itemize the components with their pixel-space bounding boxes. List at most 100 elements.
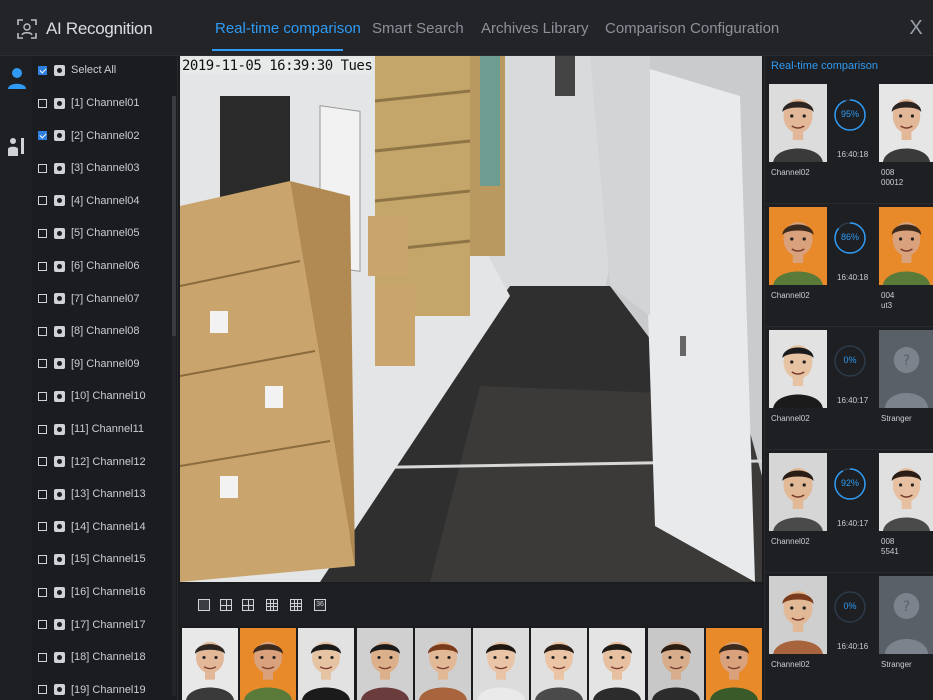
camera-icon xyxy=(54,488,65,500)
select-all-row[interactable]: Select All xyxy=(38,60,168,80)
channel-checkbox[interactable] xyxy=(38,228,47,238)
camera-icon xyxy=(54,162,65,174)
channel-list-scroll-thumb[interactable] xyxy=(172,96,176,336)
top-bar: AI Recognition Real-time comparison Smar… xyxy=(0,0,933,56)
channel-checkbox[interactable] xyxy=(38,489,47,499)
channel-checkbox[interactable] xyxy=(38,98,47,108)
channel-checkbox[interactable] xyxy=(38,652,47,662)
channel-row[interactable]: [16] Channel16 xyxy=(38,582,168,602)
channel-checkbox[interactable] xyxy=(38,326,47,336)
match-identity: 008 5541 xyxy=(881,537,899,556)
channel-checkbox[interactable] xyxy=(38,131,47,141)
layout-4-icon[interactable] xyxy=(220,599,232,611)
layout-36-button[interactable]: 36 xyxy=(314,599,326,611)
channel-row[interactable]: [14] Channel14 xyxy=(38,517,168,537)
camera-icon xyxy=(54,586,65,598)
face-snapshot[interactable] xyxy=(356,628,413,700)
channel-label: [17] Channel17 xyxy=(71,618,146,631)
captured-face-image xyxy=(769,207,827,285)
channel-row[interactable]: [18] Channel18 xyxy=(38,647,168,667)
face-snapshot[interactable] xyxy=(414,628,471,700)
channel-label: [9] Channel09 xyxy=(71,357,140,370)
channel-checkbox[interactable] xyxy=(38,294,47,304)
live-video-view[interactable]: 2019-11-05 16:39:30 Tues xyxy=(180,56,762,582)
channel-checkbox[interactable] xyxy=(38,424,47,434)
channel-checkbox[interactable] xyxy=(38,685,47,695)
layout-9-icon[interactable] xyxy=(266,599,278,611)
channel-row[interactable]: [4] Channel04 xyxy=(38,191,168,211)
channel-row[interactable]: [7] Channel07 xyxy=(38,289,168,309)
channel-checkbox[interactable] xyxy=(38,522,47,532)
comparison-card[interactable]: 95% 16:40:18 Channel02 008 00012 xyxy=(769,84,933,202)
camera-icon xyxy=(54,619,65,631)
similarity-percent: 0% xyxy=(843,355,857,365)
face-snapshot[interactable] xyxy=(531,628,588,700)
capture-time: 16:40:17 xyxy=(837,519,869,528)
channel-checkbox[interactable] xyxy=(38,359,47,369)
channel-row[interactable]: [12] Channel12 xyxy=(38,452,168,472)
face-snapshot[interactable] xyxy=(705,628,762,700)
channel-row[interactable]: [10] Channel10 xyxy=(38,386,168,406)
similarity-percent: 92% xyxy=(840,478,859,488)
channel-row[interactable]: [17] Channel17 xyxy=(38,615,168,635)
layout-1-icon[interactable] xyxy=(198,599,210,611)
select-all-checkbox[interactable] xyxy=(38,65,47,75)
card-channel-label: Channel02 xyxy=(771,660,810,669)
comparison-panel: Real-time comparison 95% 16:40:18 Channel0… xyxy=(764,56,933,700)
tab-real-time-comparison[interactable]: Real-time comparison xyxy=(215,20,361,37)
channel-row[interactable]: [3] Channel03 xyxy=(38,158,168,178)
channel-row[interactable]: [8] Channel08 xyxy=(38,321,168,341)
layout-toolbar: 36 xyxy=(180,584,762,626)
channel-checkbox[interactable] xyxy=(38,587,47,597)
tab-comparison-configuration[interactable]: Comparison Configuration xyxy=(605,20,779,37)
card-divider xyxy=(765,449,933,450)
channel-checkbox[interactable] xyxy=(38,163,47,173)
channel-row[interactable]: [6] Channel06 xyxy=(38,256,168,276)
capture-time: 16:40:17 xyxy=(837,396,869,405)
channel-row[interactable]: [15] Channel15 xyxy=(38,549,168,569)
close-button[interactable]: X xyxy=(904,16,928,40)
channel-label: [10] Channel10 xyxy=(71,390,146,403)
layout-6-icon[interactable] xyxy=(242,599,254,611)
card-divider xyxy=(765,203,933,204)
face-snapshot[interactable] xyxy=(182,628,238,700)
face-recognition-icon[interactable] xyxy=(7,66,27,90)
comparison-card[interactable]: ? 0% 16:40:17 Channel02 Stranger xyxy=(769,330,933,448)
channel-checkbox[interactable] xyxy=(38,554,47,564)
card-channel-label: Channel02 xyxy=(771,414,810,423)
person-search-icon[interactable] xyxy=(7,136,27,158)
svg-text:?: ? xyxy=(903,353,910,369)
video-frame-image xyxy=(180,56,762,582)
channel-row[interactable]: [5] Channel05 xyxy=(38,223,168,243)
channel-label: [8] Channel08 xyxy=(71,325,140,338)
card-channel-label: Channel02 xyxy=(771,537,810,546)
comparison-card[interactable]: 92% 16:40:17 Channel02 008 5541 xyxy=(769,453,933,571)
ai-recognition-icon xyxy=(17,19,37,39)
comparison-card[interactable]: 86% 16:40:18 Channel02 004 ut3 xyxy=(769,207,933,325)
channel-checkbox[interactable] xyxy=(38,391,47,401)
channel-row[interactable]: [2] Channel02 xyxy=(38,126,168,146)
face-snapshot[interactable] xyxy=(589,628,646,700)
match-identity: 008 00012 xyxy=(881,168,904,187)
face-snapshot[interactable] xyxy=(298,628,355,700)
channel-row[interactable]: [11] Channel11 xyxy=(38,419,168,439)
tab-smart-search[interactable]: Smart Search xyxy=(372,20,464,37)
channel-row[interactable]: [13] Channel13 xyxy=(38,484,168,504)
match-identity: Stranger xyxy=(881,660,912,669)
captured-face-image xyxy=(769,84,827,162)
face-snapshot[interactable] xyxy=(473,628,529,700)
face-snapshot[interactable] xyxy=(240,628,297,700)
channel-row[interactable]: [1] Channel01 xyxy=(38,93,168,113)
layout-16-icon[interactable] xyxy=(290,599,302,611)
channel-checkbox[interactable] xyxy=(38,620,47,630)
comparison-card[interactable]: ? 0% 16:40:16 Channel02 Stranger xyxy=(769,576,933,694)
tab-archives-library[interactable]: Archives Library xyxy=(481,20,589,37)
channel-checkbox[interactable] xyxy=(38,261,47,271)
channel-row[interactable]: [19] Channel19 xyxy=(38,680,168,700)
face-snapshot[interactable] xyxy=(647,628,704,700)
capture-time: 16:40:18 xyxy=(837,150,869,159)
channel-checkbox[interactable] xyxy=(38,196,47,206)
channel-row[interactable]: [9] Channel09 xyxy=(38,354,168,374)
card-channel-label: Channel02 xyxy=(771,291,810,300)
channel-checkbox[interactable] xyxy=(38,457,47,467)
